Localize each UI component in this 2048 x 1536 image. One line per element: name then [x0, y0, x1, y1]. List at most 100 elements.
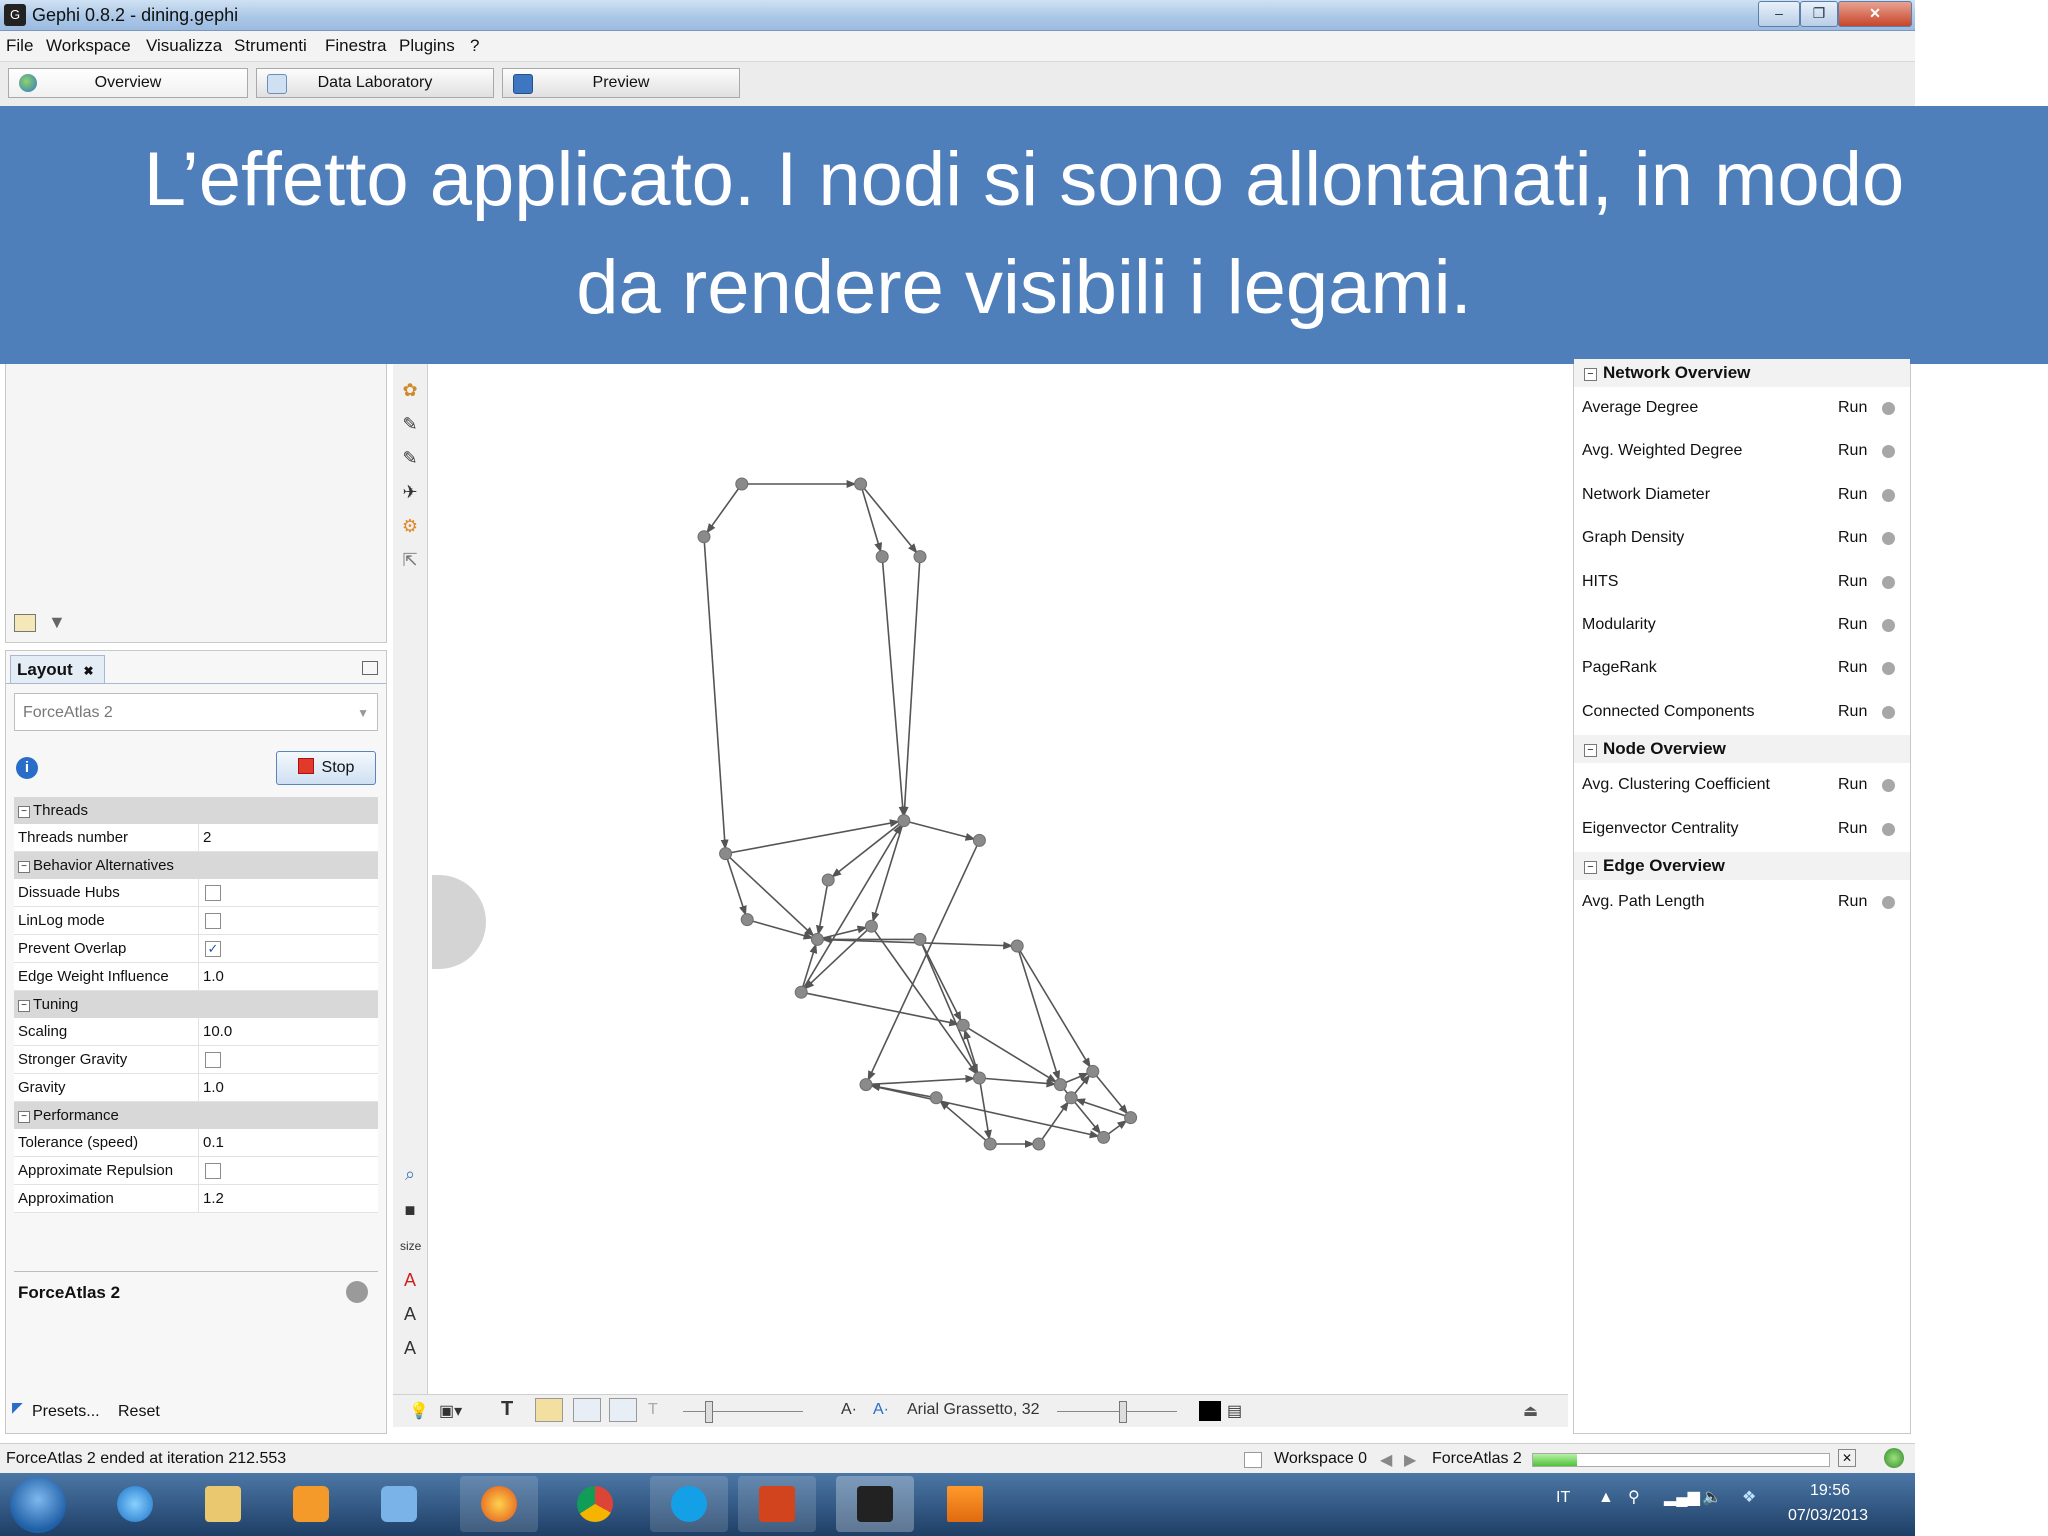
- network-icon[interactable]: ⚲: [1628, 1487, 1640, 1507]
- graph-node[interactable]: [956, 1018, 970, 1032]
- graph-node[interactable]: [1032, 1137, 1046, 1151]
- run-button[interactable]: Run: [1838, 442, 1867, 460]
- run-button[interactable]: Run: [1838, 659, 1867, 677]
- stronger-gravity-checkbox[interactable]: [205, 1052, 221, 1068]
- stat-info-icon[interactable]: [1882, 532, 1895, 546]
- collapse-icon[interactable]: −: [1584, 744, 1597, 758]
- chevron-right-icon[interactable]: ▶: [1404, 1450, 1416, 1470]
- category-performance[interactable]: − Performance: [14, 1102, 378, 1129]
- pencil-icon[interactable]: ✎: [400, 414, 420, 434]
- taskbar-media[interactable]: [272, 1476, 350, 1532]
- taskbar-app[interactable]: [360, 1476, 438, 1532]
- graph-node[interactable]: [697, 530, 711, 544]
- maximize-button[interactable]: ❐: [1800, 1, 1838, 27]
- label-color-swatch[interactable]: [1199, 1401, 1221, 1421]
- category-tuning[interactable]: − Tuning: [14, 991, 378, 1018]
- graph-node[interactable]: [1086, 1064, 1100, 1078]
- clock-date[interactable]: 07/03/2013: [1788, 1507, 1868, 1525]
- run-button[interactable]: Run: [1838, 399, 1867, 417]
- slider-handle[interactable]: [1119, 1401, 1127, 1423]
- taskbar-ie[interactable]: [96, 1476, 174, 1532]
- graph-canvas[interactable]: [434, 364, 1566, 1394]
- info-icon[interactable]: i: [16, 757, 38, 779]
- network-overview-header[interactable]: − Network Overview: [1574, 359, 1910, 387]
- run-button[interactable]: Run: [1838, 616, 1867, 634]
- stat-info-icon[interactable]: [1882, 619, 1895, 632]
- collapse-icon[interactable]: −: [18, 806, 30, 818]
- collapse-icon[interactable]: −: [18, 861, 30, 873]
- dissuade-hubs-checkbox[interactable]: [205, 885, 221, 901]
- menu-help[interactable]: ?: [470, 36, 479, 56]
- pointer-help-icon[interactable]: ⇱: [400, 550, 420, 570]
- run-button[interactable]: Run: [1838, 776, 1867, 794]
- graph-node[interactable]: [1064, 1091, 1078, 1105]
- stat-info-icon[interactable]: [1882, 445, 1895, 459]
- edge-weight-field[interactable]: 1.0: [198, 963, 373, 990]
- run-button[interactable]: Run: [1838, 486, 1867, 504]
- graph-node[interactable]: [735, 477, 749, 491]
- category-threads[interactable]: − Threads: [14, 797, 378, 824]
- font-label[interactable]: Arial Grassetto, 32: [907, 1401, 1040, 1419]
- taskbar-powerpoint[interactable]: [738, 1476, 816, 1532]
- airplane-icon[interactable]: ✈: [400, 482, 420, 502]
- refresh-icon[interactable]: [1884, 1448, 1904, 1468]
- label-size-icon[interactable]: A: [400, 1304, 420, 1324]
- stat-info-icon[interactable]: [1882, 822, 1895, 836]
- tolerance-field[interactable]: 0.1: [198, 1129, 373, 1156]
- chevron-left-icon[interactable]: ◀: [1380, 1450, 1392, 1470]
- stat-info-icon[interactable]: [1882, 705, 1895, 719]
- lock-icon[interactable]: ⏏: [1523, 1401, 1538, 1421]
- taskbar-chrome[interactable]: [556, 1476, 634, 1532]
- font-color-icon[interactable]: A·: [873, 1401, 889, 1419]
- stat-info-icon[interactable]: [1882, 779, 1895, 793]
- stop-button[interactable]: Stop: [276, 751, 376, 785]
- threads-number-field[interactable]: 2: [198, 824, 373, 851]
- graph-node[interactable]: [913, 550, 927, 564]
- filter-icon[interactable]: ▼: [48, 612, 66, 633]
- taskbar-vlc[interactable]: [926, 1476, 1004, 1532]
- approximate-repulsion-checkbox[interactable]: [205, 1163, 221, 1179]
- menu-file[interactable]: File: [6, 36, 33, 56]
- zoom-icon[interactable]: ⌕: [400, 1164, 420, 1184]
- show-labels-icon[interactable]: T: [501, 1398, 513, 1421]
- layout-algorithm-select[interactable]: ForceAtlas 2 ▼: [14, 693, 378, 731]
- run-button[interactable]: Run: [1838, 893, 1867, 911]
- graph-node[interactable]: [864, 919, 878, 933]
- edge-overview-header[interactable]: − Edge Overview: [1574, 852, 1910, 880]
- collapse-icon[interactable]: −: [1584, 368, 1597, 381]
- taskbar-gephi[interactable]: [836, 1476, 914, 1532]
- language-indicator[interactable]: IT: [1556, 1489, 1570, 1507]
- graph-node[interactable]: [854, 477, 868, 491]
- close-button[interactable]: ✕: [1838, 1, 1912, 27]
- graph-node[interactable]: [1053, 1078, 1067, 1092]
- workspace-label[interactable]: Workspace 0: [1274, 1450, 1367, 1468]
- tab-overview[interactable]: Overview: [8, 68, 248, 98]
- gravity-field[interactable]: 1.0: [198, 1074, 373, 1101]
- graph-node[interactable]: [875, 550, 889, 564]
- reset-button[interactable]: Reset: [118, 1403, 160, 1421]
- stat-info-icon[interactable]: [1882, 662, 1895, 676]
- label-font-icon[interactable]: A: [400, 1338, 420, 1358]
- graph-node[interactable]: [972, 1071, 986, 1085]
- edge-color-icon[interactable]: [609, 1398, 637, 1422]
- volume-icon[interactable]: 🔈: [1702, 1487, 1722, 1507]
- scaling-field[interactable]: 10.0: [198, 1018, 373, 1045]
- lightbulb-icon[interactable]: 💡: [409, 1401, 429, 1421]
- cancel-task-icon[interactable]: ✕: [1838, 1449, 1856, 1467]
- menu-strumenti[interactable]: Strumenti: [234, 36, 307, 56]
- stat-info-icon[interactable]: [1882, 488, 1895, 502]
- painter-icon[interactable]: ✿: [400, 380, 420, 400]
- tab-preview[interactable]: Preview: [502, 68, 740, 98]
- minimize-panel-icon[interactable]: [362, 661, 378, 675]
- stat-info-icon[interactable]: [1882, 575, 1895, 589]
- graph-node[interactable]: [897, 814, 911, 828]
- slider-handle[interactable]: [705, 1401, 713, 1423]
- font-size-slider[interactable]: [1057, 1411, 1177, 1412]
- run-button[interactable]: Run: [1838, 703, 1867, 721]
- collapse-icon[interactable]: −: [18, 1000, 30, 1012]
- start-button[interactable]: [10, 1477, 66, 1533]
- graph-node[interactable]: [1124, 1111, 1138, 1125]
- graph-node[interactable]: [794, 985, 808, 999]
- tray-expand-icon[interactable]: ▲: [1598, 1489, 1614, 1507]
- close-tab-icon[interactable]: ✖: [83, 664, 93, 678]
